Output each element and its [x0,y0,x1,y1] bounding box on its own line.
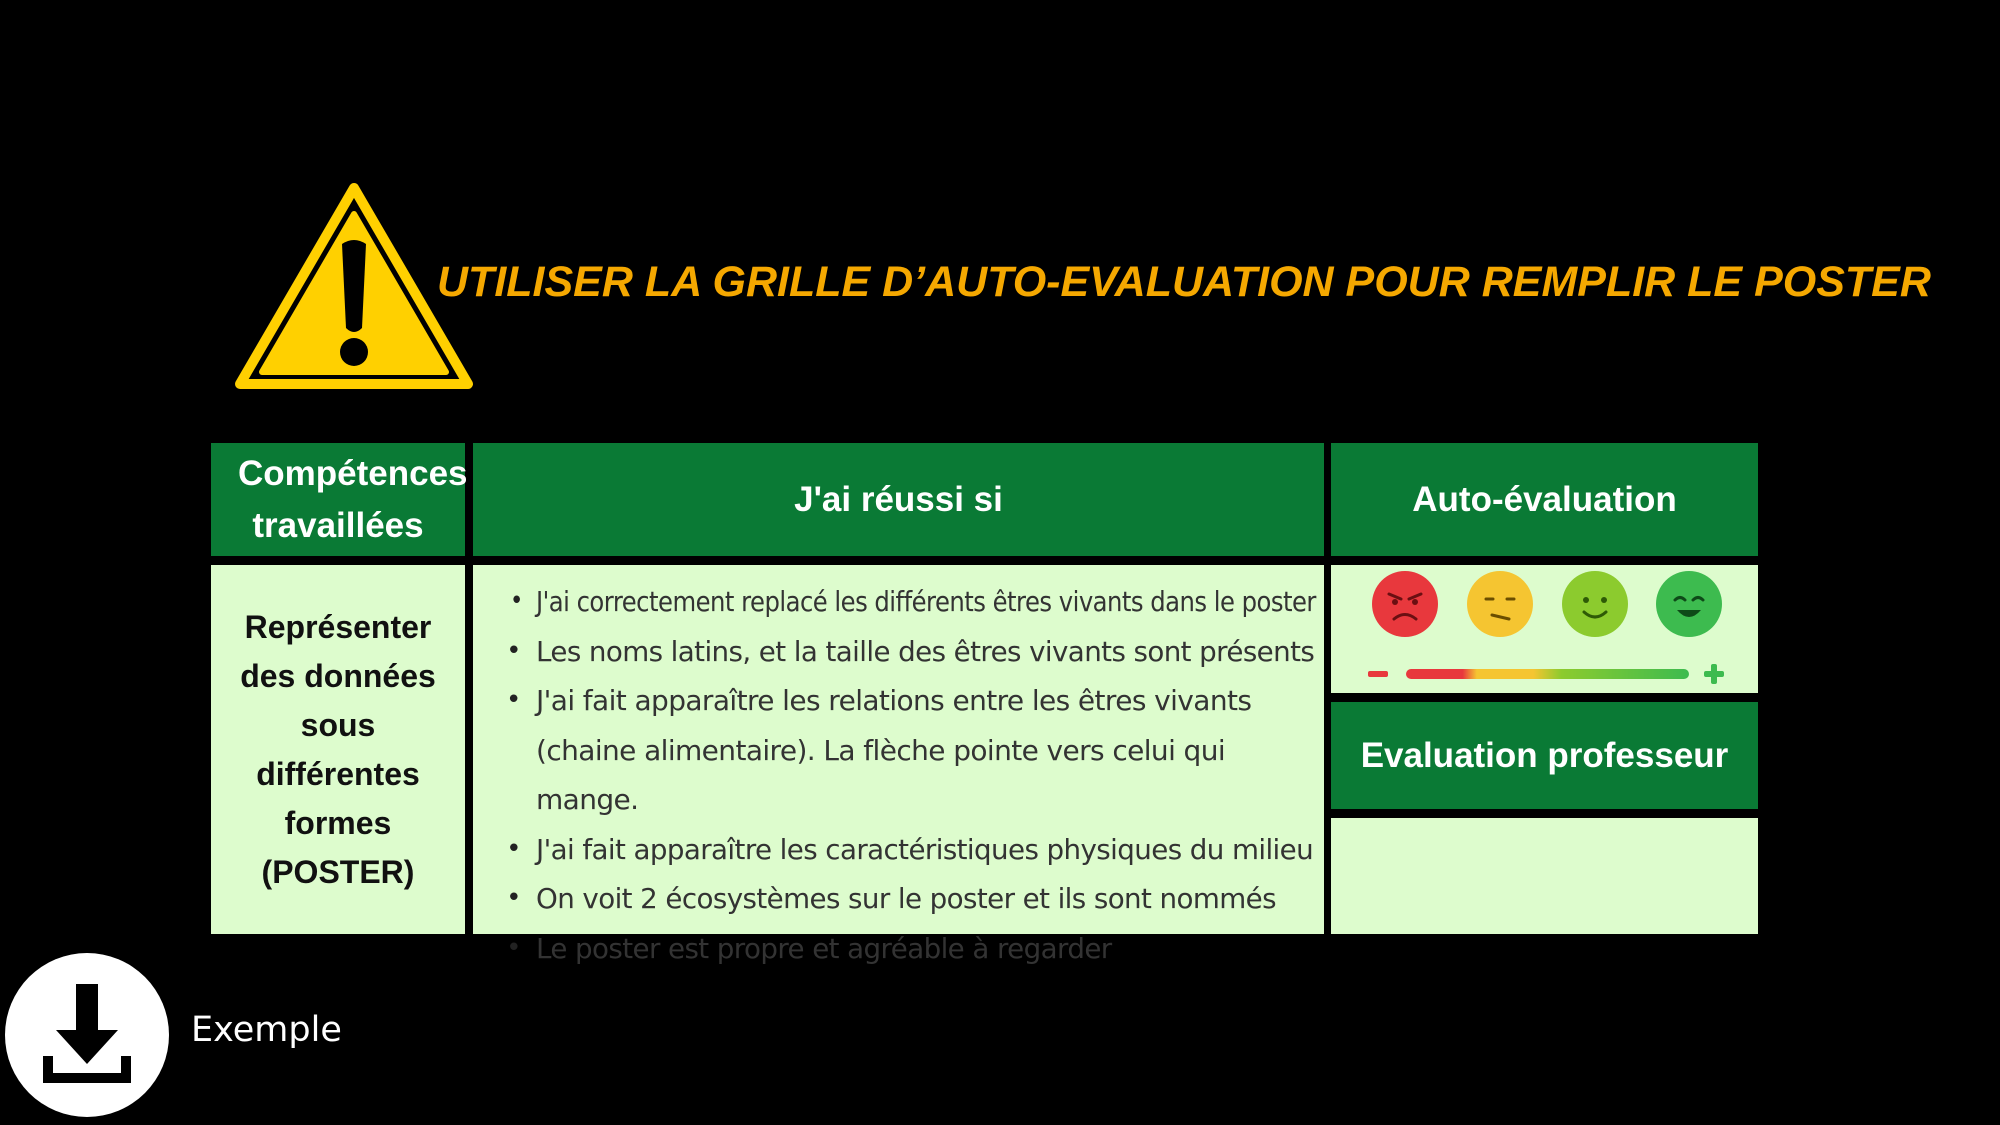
competence-cell: Représenter des données sous différentes… [211,565,465,934]
smiling-face-icon[interactable] [1561,570,1629,638]
download-icon[interactable] [4,952,170,1118]
header-self-evaluation-label: Auto-évaluation [1412,479,1677,519]
criteria-cell: J'ai correctement replacé les différents… [473,565,1324,973]
download-label[interactable]: Exemple [191,1010,342,1050]
neutral-face-icon[interactable] [1466,570,1534,638]
happy-face-icon[interactable] [1655,570,1723,638]
header-teacher-evaluation: Evaluation professeur [1331,702,1758,809]
criteria-item: On voit 2 écosystèmes sur le poster et i… [506,874,1316,924]
header-criteria: J'ai réussi si [473,443,1324,556]
competence-text: Représenter des données sous différentes… [240,608,436,890]
criteria-item: Les noms latins, et la taille des êtres … [506,627,1316,677]
header-criteria-label: J'ai réussi si [794,479,1003,519]
header-self-evaluation: Auto-évaluation [1331,443,1758,556]
criteria-item: Le poster est propre et agréable à regar… [506,924,1316,974]
page-title: UTILISER LA GRILLE D’AUTO-EVALUATION POU… [437,258,1931,306]
header-teacher-evaluation-label: Evaluation professeur [1360,735,1729,775]
criteria-item: J'ai fait apparaître les caractéristique… [506,825,1316,875]
rating-scale [1368,664,1724,684]
criteria-item: J'ai fait apparaître les relations entre… [506,676,1276,825]
teacher-evaluation-cell[interactable] [1331,818,1758,934]
angry-face-icon[interactable] [1371,570,1439,638]
header-competences: Compétences travaillées [211,443,468,556]
criteria-list: J'ai correctement replacé les différents… [473,565,1324,973]
criteria-item: J'ai correctement replacé les différents… [510,577,1316,627]
header-competences-label: Compétences travaillées [238,453,468,545]
